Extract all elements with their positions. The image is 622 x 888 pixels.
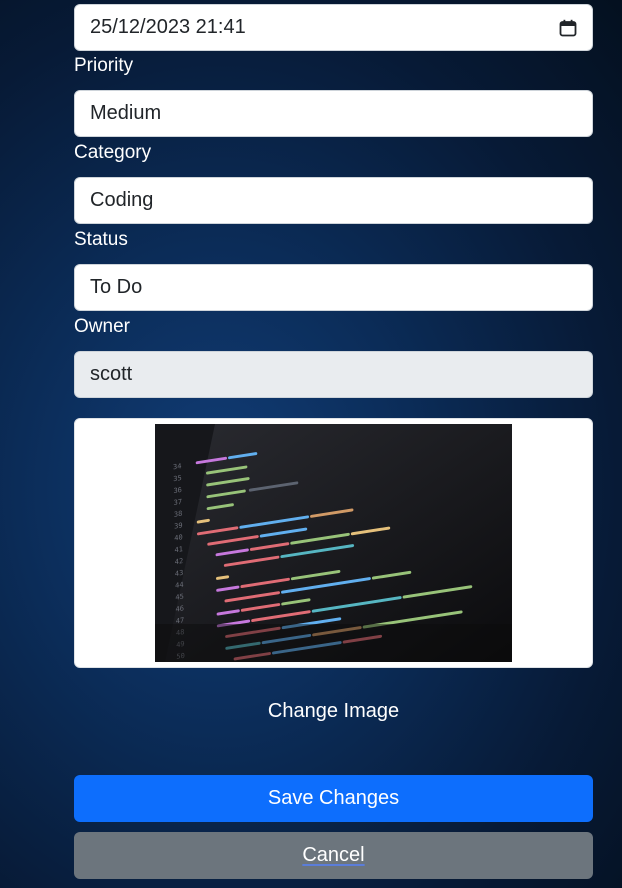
svg-text:39: 39: [174, 520, 183, 530]
svg-text:36: 36: [173, 485, 182, 495]
svg-text:38: 38: [174, 509, 183, 519]
owner-label: Owner: [74, 316, 130, 337]
svg-text:45: 45: [175, 592, 184, 602]
task-image: 343536 373839 404142 434445 464748 49505…: [155, 424, 512, 662]
svg-text:43: 43: [175, 568, 184, 578]
owner-input: scott: [74, 351, 593, 398]
priority-value: Medium: [90, 102, 162, 124]
calendar-icon[interactable]: [559, 19, 577, 37]
due-date-input[interactable]: 25/12/2023 21:41: [74, 4, 593, 51]
code-editor-photo-icon: 343536 373839 404142 434445 464748 49505…: [155, 424, 512, 662]
category-value: Coding: [90, 189, 154, 211]
save-changes-button[interactable]: Save Changes: [74, 775, 593, 822]
svg-text:40: 40: [174, 532, 183, 542]
svg-text:37: 37: [174, 497, 183, 507]
cancel-button[interactable]: Cancel: [74, 832, 593, 879]
category-label: Category: [74, 142, 152, 163]
category-group: Category Coding: [74, 134, 593, 224]
svg-text:35: 35: [173, 473, 182, 483]
change-image-link[interactable]: Change Image: [74, 700, 593, 723]
due-date-value: 25/12/2023 21:41: [90, 16, 246, 38]
status-input[interactable]: To Do: [74, 264, 593, 311]
due-date-group: 25/12/2023 21:41: [74, 4, 593, 51]
status-label: Status: [74, 229, 128, 250]
svg-text:47: 47: [176, 615, 185, 625]
svg-text:41: 41: [174, 544, 183, 554]
owner-value: scott: [90, 363, 133, 385]
priority-label: Priority: [74, 55, 134, 76]
svg-text:44: 44: [175, 580, 184, 590]
cancel-button-label: Cancel: [302, 844, 365, 866]
priority-group: Priority Medium: [74, 47, 593, 137]
svg-text:34: 34: [173, 461, 182, 471]
image-preview-card: 343536 373839 404142 434445 464748 49505…: [74, 418, 593, 668]
owner-group: Owner scott: [74, 308, 593, 398]
svg-text:42: 42: [175, 556, 184, 566]
status-value: To Do: [90, 276, 143, 298]
svg-text:46: 46: [175, 603, 184, 613]
priority-input[interactable]: Medium: [74, 90, 593, 137]
status-group: Status To Do: [74, 221, 593, 311]
category-input[interactable]: Coding: [74, 177, 593, 224]
